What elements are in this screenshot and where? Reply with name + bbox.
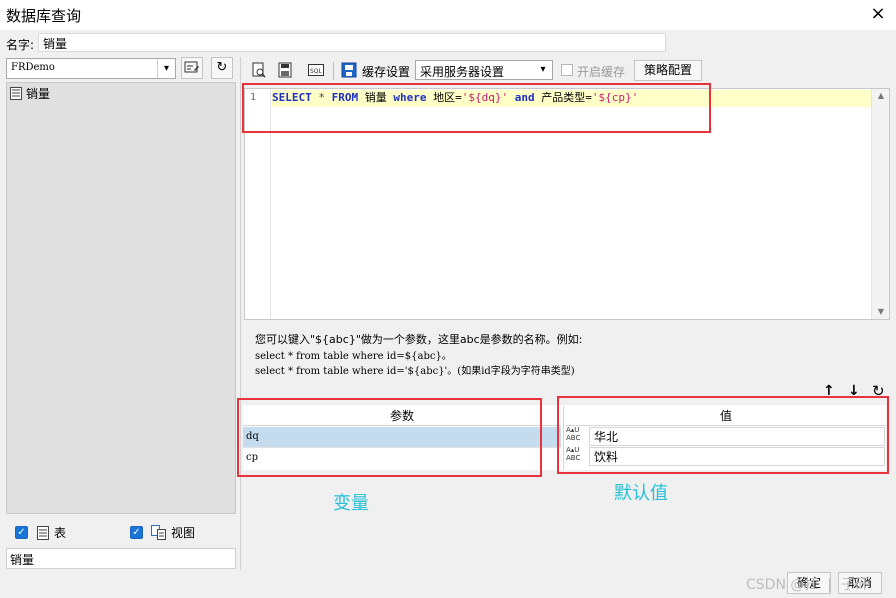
sql-token: '${cp}': [591, 91, 639, 104]
table-icon: [37, 525, 49, 540]
show-views-label: 视图: [171, 526, 196, 540]
param-row-name[interactable]: dq: [243, 427, 561, 447]
view-icon: [151, 525, 166, 540]
show-tables-label: 表: [54, 526, 67, 540]
param-value-input[interactable]: 华北: [589, 427, 885, 446]
watermark: CSDN @扛 | 子矸: [746, 577, 869, 593]
table-filter-input[interactable]: 销量: [6, 548, 236, 569]
preview-icon[interactable]: [250, 62, 268, 80]
refresh-icon: ↻: [216, 60, 228, 75]
value-column-header[interactable]: 值: [566, 406, 886, 426]
sql-token: *: [311, 91, 332, 104]
show-views-checkbox[interactable]: ✓: [130, 526, 143, 539]
param-hint-line3: select * from table where id='${abc}'。(如…: [255, 366, 575, 377]
param-column-header[interactable]: 参数: [243, 406, 561, 426]
move-up-icon[interactable]: ↑: [823, 383, 835, 399]
table-icon: [10, 87, 22, 100]
sql-token: 地区=: [426, 91, 462, 104]
tree-item-table[interactable]: 销量: [10, 85, 50, 102]
column-divider: [563, 406, 564, 470]
param-value-input[interactable]: 饮料: [589, 447, 885, 466]
cache-icon[interactable]: [340, 62, 358, 80]
default-value-annotation: 默认值: [614, 483, 668, 504]
sql-code-line[interactable]: SELECT * FROM 销量 where 地区='${dq}' and 产品…: [272, 91, 638, 105]
sql-token: 产品类型=: [534, 91, 592, 104]
param-hint-line1: 您可以键入"${abc}"做为一个参数，这里abc是参数的名称。例如:: [255, 333, 583, 346]
scroll-up-icon[interactable]: ▲: [872, 89, 890, 103]
sql-editor[interactable]: [244, 88, 890, 320]
name-label: 名字:: [6, 38, 35, 52]
chevron-down-icon[interactable]: ▾: [157, 59, 175, 78]
sql-token: and: [514, 91, 535, 104]
sql-token: FROM: [331, 91, 359, 104]
move-down-icon[interactable]: ↓: [848, 383, 860, 399]
enable-cache-checkbox[interactable]: [561, 64, 573, 76]
chevron-down-icon[interactable]: ▾: [534, 61, 552, 79]
strategy-config-button[interactable]: 策略配置: [634, 60, 702, 81]
name-input[interactable]: 销量: [38, 33, 666, 52]
string-type-icon[interactable]: A▴U ABC: [566, 427, 588, 447]
database-save-icon[interactable]: [276, 62, 294, 80]
close-icon[interactable]: ×: [866, 3, 890, 27]
enable-cache-label: 开启缓存: [577, 65, 626, 79]
sql-icon[interactable]: SQL: [307, 62, 325, 80]
cache-settings-label[interactable]: 缓存设置: [362, 63, 410, 80]
refresh-button[interactable]: ↻: [211, 57, 233, 79]
sql-token: '${dq}': [461, 91, 509, 104]
show-tables-checkbox[interactable]: ✓: [15, 526, 28, 539]
sql-token: where: [393, 91, 427, 104]
variable-annotation: 变量: [333, 493, 369, 514]
line-number: 1: [250, 92, 257, 103]
toolbar-separator: [333, 62, 334, 80]
string-type-icon[interactable]: A▴U ABC: [566, 447, 588, 467]
cache-mode-select[interactable]: 采用服务器设置: [415, 60, 553, 80]
datasource-select[interactable]: FRDemo: [6, 58, 176, 79]
editor-scrollbar[interactable]: ▲ ▼: [871, 89, 889, 319]
show-views-option: 视图: [151, 524, 195, 541]
refresh-params-icon[interactable]: ↻: [872, 382, 885, 400]
sql-token: SELECT: [272, 91, 312, 104]
edit-datasource-button[interactable]: [181, 57, 203, 79]
param-hint-line2: select * from table where id=${abc}。: [255, 351, 452, 362]
edit-datasource-icon: [184, 61, 199, 73]
param-row-name[interactable]: cp: [243, 447, 561, 467]
line-gutter: [245, 89, 271, 319]
window-title: 数据库查询: [6, 7, 82, 25]
tree-item-label: 销量: [26, 87, 51, 101]
table-tree[interactable]: [6, 82, 236, 514]
panel-divider[interactable]: [240, 57, 241, 570]
title-bar: [0, 0, 896, 30]
show-tables-option: 表: [37, 524, 66, 541]
scroll-down-icon[interactable]: ▼: [872, 305, 890, 319]
sql-token: 销量: [358, 91, 394, 104]
svg-text:SQL: SQL: [310, 68, 323, 75]
